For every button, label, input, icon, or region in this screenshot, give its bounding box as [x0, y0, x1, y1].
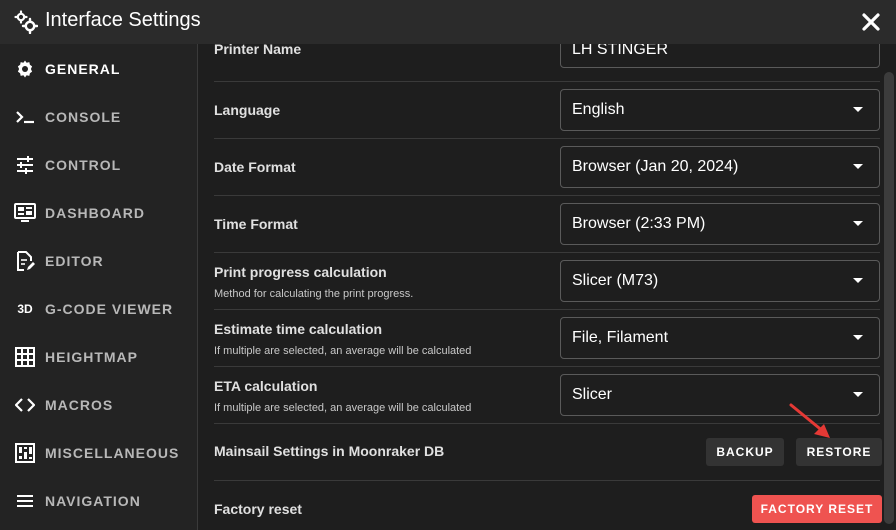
estimate-time-select[interactable]: File, Filament: [560, 317, 880, 359]
language-value: English: [572, 101, 625, 118]
chevron-down-icon: [853, 164, 863, 169]
chevron-down-icon: [853, 107, 863, 112]
code-brackets-icon: [14, 394, 36, 416]
setting-row-time-format: Time Format Browser (2:33 PM): [214, 195, 880, 253]
chevron-down-icon: [853, 335, 863, 340]
language-select[interactable]: English: [560, 89, 880, 131]
chevron-down-icon: [853, 221, 863, 226]
settings-sidebar: GENERAL CONSOLE CONTROL DASHBOARD EDITOR…: [0, 44, 198, 530]
printer-name-value: LH STINGER: [572, 44, 669, 58]
sidebar-item-editor[interactable]: EDITOR: [0, 237, 197, 285]
sidebar-item-label: NAVIGATION: [45, 493, 141, 509]
time-format-value: Browser (2:33 PM): [572, 215, 706, 232]
time-format-label: Time Format: [214, 216, 298, 232]
sidebar-item-general[interactable]: GENERAL: [0, 45, 197, 93]
setting-row-print-progress: Print progress calculation Method for ca…: [214, 252, 880, 310]
sidebar-item-g-code-viewer[interactable]: 3D G-CODE VIEWER: [0, 285, 197, 333]
chevron-down-icon: [853, 392, 863, 397]
sidebar-item-miscellaneous[interactable]: MISCELLANEOUS: [0, 429, 197, 477]
3d-icon: 3D: [17, 302, 33, 316]
title-bar: Interface Settings: [0, 0, 896, 44]
print-progress-description: Method for calculating the print progres…: [214, 288, 414, 300]
sidebar-item-navigation[interactable]: NAVIGATION: [0, 477, 197, 525]
date-format-value: Browser (Jan 20, 2024): [572, 158, 739, 175]
sidebar-item-label: EDITOR: [45, 253, 104, 269]
print-progress-label: Print progress calculation: [214, 264, 387, 280]
date-format-label: Date Format: [214, 159, 296, 175]
tune-icon: [14, 154, 36, 176]
monitor-dashboard-icon: [14, 202, 36, 224]
language-label: Language: [214, 102, 281, 118]
sidebar-item-label: HEIGHTMAP: [45, 349, 138, 365]
settings-content: Printer Name LH STINGER Language English…: [198, 44, 896, 530]
estimate-time-description: If multiple are selected, an average wil…: [214, 345, 472, 357]
estimate-time-value: File, Filament: [572, 329, 669, 346]
sidebar-item-heightmap[interactable]: HEIGHTMAP: [0, 333, 197, 381]
factory-reset-button[interactable]: FACTORY RESET: [752, 495, 882, 523]
sidebar-item-label: MISCELLANEOUS: [45, 445, 180, 461]
menu-icon: [14, 490, 36, 512]
sidebar-item-control[interactable]: CONTROL: [0, 141, 197, 189]
setting-row-printer-name: Printer Name LH STINGER: [214, 44, 880, 82]
file-edit-icon: [14, 250, 36, 272]
annotation-arrow-icon: [789, 403, 830, 438]
moonraker-db-label: Mainsail Settings in Moonraker DB: [214, 443, 445, 459]
eta-value: Slicer: [572, 386, 613, 403]
backup-button[interactable]: BACKUP: [706, 438, 784, 466]
grid-icon: [14, 346, 36, 368]
sidebar-item-label: CONSOLE: [45, 109, 122, 125]
window-title: Interface Settings: [45, 9, 201, 31]
eta-description: If multiple are selected, an average wil…: [214, 402, 472, 414]
estimate-time-label: Estimate time calculation: [214, 321, 383, 337]
setting-row-moonraker-db: Mainsail Settings in Moonraker DB BACKUP…: [214, 423, 882, 481]
time-format-select[interactable]: Browser (2:33 PM): [560, 203, 880, 245]
console-icon: [14, 106, 36, 128]
sidebar-item-label: CONTROL: [45, 157, 122, 173]
sidebar-item-console[interactable]: CONSOLE: [0, 93, 197, 141]
gear-icon: [14, 58, 36, 80]
sidebar-item-label: G-CODE VIEWER: [45, 301, 174, 317]
printer-name-label: Printer Name: [214, 44, 302, 57]
setting-row-eta: ETA calculation If multiple are selected…: [214, 366, 880, 424]
sliders-icon: [14, 442, 36, 464]
print-progress-value: Slicer (M73): [572, 272, 659, 289]
eta-label: ETA calculation: [214, 378, 318, 394]
close-icon[interactable]: [858, 9, 884, 35]
setting-row-language: Language English: [214, 81, 880, 139]
factory-reset-label: Factory reset: [214, 501, 302, 517]
date-format-select[interactable]: Browser (Jan 20, 2024): [560, 146, 880, 188]
print-progress-select[interactable]: Slicer (M73): [560, 260, 880, 302]
sidebar-item-label: MACROS: [45, 397, 114, 413]
setting-row-factory-reset: Factory reset FACTORY RESET: [214, 480, 882, 530]
cogs-icon: [14, 10, 39, 35]
chevron-down-icon: [853, 278, 863, 283]
sidebar-item-label: GENERAL: [45, 61, 121, 77]
printer-name-input[interactable]: LH STINGER: [560, 44, 880, 68]
restore-button[interactable]: RESTORE: [796, 438, 882, 466]
setting-row-estimate-time: Estimate time calculation If multiple ar…: [214, 309, 880, 367]
setting-row-date-format: Date Format Browser (Jan 20, 2024): [214, 138, 880, 196]
scrollbar[interactable]: [884, 72, 894, 524]
sidebar-item-dashboard[interactable]: DASHBOARD: [0, 189, 197, 237]
sidebar-item-macros[interactable]: MACROS: [0, 381, 197, 429]
sidebar-item-label: DASHBOARD: [45, 205, 145, 221]
